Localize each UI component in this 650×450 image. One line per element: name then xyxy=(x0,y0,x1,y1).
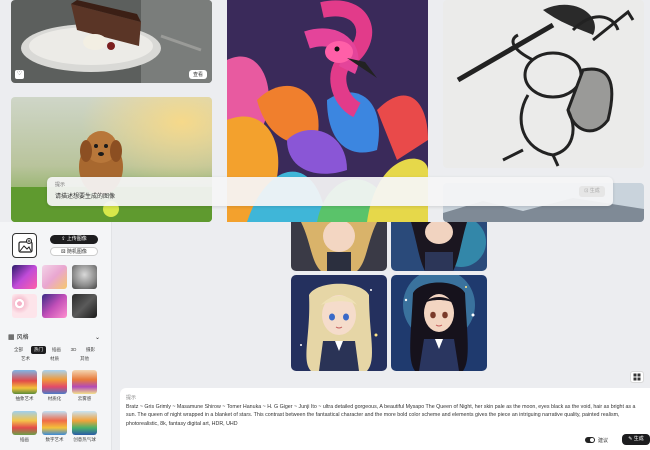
gallery-image-cake[interactable]: ♡ 查看 xyxy=(11,0,212,83)
style-card[interactable]: 数字艺术 xyxy=(42,411,67,443)
anime-girl-blonde xyxy=(291,275,387,371)
reference-thumb-4[interactable] xyxy=(12,294,37,318)
style-grid-icon: ▦ xyxy=(8,334,17,341)
reference-thumb-2[interactable] xyxy=(42,265,67,289)
chip-photo[interactable]: 摄影 xyxy=(83,346,98,354)
generate-button[interactable]: ✎ 生成 xyxy=(622,434,650,445)
chip-illustration[interactable]: 插画 xyxy=(49,346,64,354)
style-thumbnail xyxy=(72,411,97,435)
style-card[interactable]: 插画 xyxy=(12,411,37,443)
random-image-label: 随机图像 xyxy=(66,249,87,255)
prompt-display-label: 提示 xyxy=(126,395,137,401)
result-image-1[interactable] xyxy=(291,222,387,271)
style-card[interactable]: 创意热气球 xyxy=(72,411,97,443)
anime-girl-dark-top xyxy=(391,222,487,271)
chip-art[interactable]: 艺术 xyxy=(18,355,33,363)
suggestion-toggle-label: 建议 xyxy=(598,438,609,444)
prompt-input-bar[interactable]: 提示 请描述想要生成的图像 ⊡ 生成 xyxy=(47,177,613,206)
style-card[interactable]: 材质化 xyxy=(42,370,67,402)
style-section-title: 风格 xyxy=(16,335,29,341)
anime-girl-blonde-top xyxy=(291,222,387,271)
result-image-3[interactable] xyxy=(291,275,387,371)
result-image-2[interactable] xyxy=(391,222,487,271)
generate-button-disabled[interactable]: ⊡ 生成 xyxy=(579,186,605,197)
generate-label: 生成 xyxy=(589,188,600,194)
reference-thumb-3[interactable] xyxy=(72,265,97,289)
upload-image-box[interactable] xyxy=(12,233,37,258)
result-image-4[interactable] xyxy=(391,275,487,371)
style-section-header[interactable]: ▦ 风格 ⌄ xyxy=(8,332,100,344)
prompt-display-text[interactable]: Bratz ~ Gris Grimly ~ Masamune Shirow ~ … xyxy=(126,403,646,428)
upload-image-label: 上传图像 xyxy=(66,236,87,242)
ink-rabbit-artwork xyxy=(443,0,644,168)
style-label: 创意热气球 xyxy=(73,437,96,442)
style-label: 抽象艺术 xyxy=(15,396,34,401)
chip-popular[interactable]: 热门 xyxy=(31,346,46,354)
style-card[interactable]: 抽象艺术 xyxy=(12,370,37,402)
cake-photo xyxy=(11,0,212,83)
chip-3d[interactable]: 3D xyxy=(66,346,81,354)
gallery-image-ink-rabbit[interactable] xyxy=(443,0,644,168)
anime-girl-dark-hair xyxy=(391,275,487,371)
style-thumbnail xyxy=(42,411,67,435)
style-thumbnail xyxy=(12,411,37,435)
style-card[interactable]: 云雾感 xyxy=(72,370,97,402)
reference-thumb-6[interactable] xyxy=(72,294,97,318)
heart-icon[interactable]: ♡ xyxy=(15,70,24,79)
left-panel: ⇪ 上传图像 ⚄ 随机图像 ▦ 风格 ⌄ 全部 热门 插画 3D 摄影 艺术 材… xyxy=(0,222,112,450)
grid-icon xyxy=(633,373,641,381)
chevron-down-icon: ⌄ xyxy=(94,335,100,341)
chip-material[interactable]: 材质 xyxy=(47,355,62,363)
chip-all[interactable]: 全部 xyxy=(11,346,26,354)
prompt-input[interactable]: 请描述想要生成的图像 xyxy=(55,191,115,200)
prompt-display-panel: 提示 Bratz ~ Gris Grimly ~ Masamune Shirow… xyxy=(120,388,650,450)
grid-view-toggle[interactable] xyxy=(630,371,644,383)
image-upload-icon xyxy=(18,238,33,253)
style-label: 材质化 xyxy=(47,396,62,401)
style-label: 数字艺术 xyxy=(45,437,64,442)
style-label: 插画 xyxy=(20,437,29,442)
suggestion-toggle[interactable] xyxy=(585,437,595,443)
reference-thumb-5[interactable] xyxy=(42,294,67,318)
style-label: 云雾感 xyxy=(77,396,92,401)
view-button[interactable]: 查看 xyxy=(189,70,208,79)
style-thumbnail xyxy=(12,370,37,394)
prompt-label: 提示 xyxy=(55,182,66,188)
chip-other[interactable]: 其他 xyxy=(77,355,92,363)
reference-thumb-1[interactable] xyxy=(12,265,37,289)
upload-image-button[interactable]: ⇪ 上传图像 xyxy=(50,235,98,244)
generate-label: 生成 xyxy=(633,436,644,442)
random-image-button[interactable]: ⚄ 随机图像 xyxy=(50,247,98,256)
style-thumbnail xyxy=(72,370,97,394)
style-thumbnail xyxy=(42,370,67,394)
